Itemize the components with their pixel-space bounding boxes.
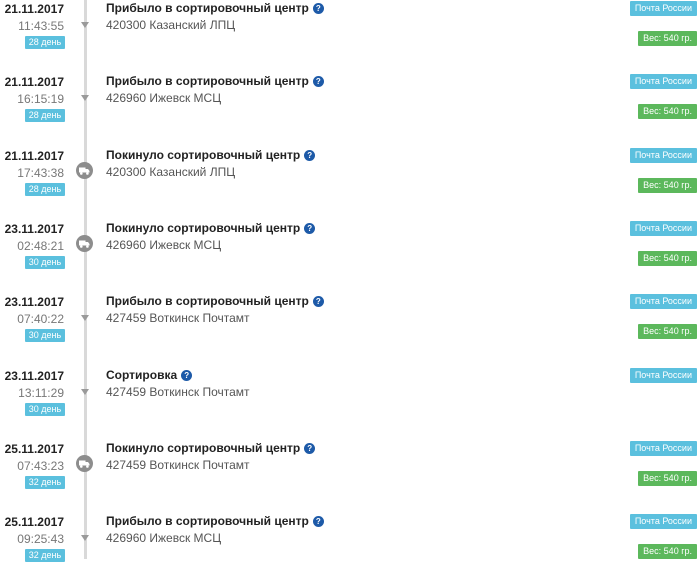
question-circle-icon[interactable]: ? <box>181 370 193 381</box>
event-location: 427459 Воткинск Почтамт <box>106 311 250 325</box>
event-title-text: Прибыло в сортировочный центр <box>106 74 309 88</box>
tracking-event: 25.11.2017 07:43:23 32 день Покинуло сор… <box>0 441 700 515</box>
event-location: 420300 Казанский ЛПЦ <box>106 18 236 32</box>
event-location: 426960 Ижевск МСЦ <box>106 91 222 105</box>
weight-badge: Вес: 540 гр. <box>638 178 697 193</box>
event-time: 16:15:19 <box>17 92 64 106</box>
event-date: 23.11.2017 <box>4 369 64 383</box>
days-in-transit-badge: 30 день <box>25 256 65 269</box>
days-in-transit-badge: 28 день <box>25 36 65 49</box>
weight-badge: Вес: 540 гр. <box>638 471 697 486</box>
question-circle-icon[interactable]: ? <box>312 76 324 87</box>
tracking-event: 23.11.2017 13:11:29 30 день Сортировка? … <box>0 368 700 442</box>
event-date: 21.11.2017 <box>4 2 64 16</box>
event-location: 427459 Воткинск Почтамт <box>106 458 250 472</box>
question-circle-icon[interactable]: ? <box>304 223 316 234</box>
weight-badge: Вес: 540 гр. <box>638 544 697 559</box>
event-title-text: Сортировка <box>106 368 178 382</box>
chevron-down-icon <box>80 313 90 323</box>
event-title-text: Покинуло сортировочный центр <box>106 221 301 235</box>
event-time: 07:43:23 <box>17 459 64 473</box>
carrier-badge: Почта России <box>629 74 697 89</box>
truck-icon <box>76 455 93 472</box>
event-title-text: Покинуло сортировочный центр <box>106 148 301 162</box>
tracking-event: 21.11.2017 11:43:55 28 день Прибыло в со… <box>0 1 700 75</box>
carrier-badge: Почта России <box>629 514 697 529</box>
tracking-event: 21.11.2017 16:15:19 28 день Прибыло в со… <box>0 74 700 148</box>
event-title-text: Прибыло в сортировочный центр <box>106 514 309 528</box>
tracking-event: 23.11.2017 07:40:22 30 день Прибыло в со… <box>0 294 700 368</box>
weight-badge: Вес: 540 гр. <box>638 104 697 119</box>
question-circle-icon[interactable]: ? <box>312 516 324 527</box>
event-title: Покинуло сортировочный центр? <box>106 441 316 455</box>
question-circle-icon[interactable]: ? <box>312 3 324 14</box>
question-circle-icon[interactable]: ? <box>304 443 316 454</box>
weight-badge: Вес: 540 гр. <box>638 324 697 339</box>
event-date: 21.11.2017 <box>4 149 64 163</box>
carrier-badge: Почта России <box>629 441 697 456</box>
weight-badge: Вес: 540 гр. <box>638 31 697 46</box>
chevron-down-icon <box>80 387 90 397</box>
weight-badge: Вес: 540 гр. <box>638 251 697 266</box>
event-date: 23.11.2017 <box>4 295 64 309</box>
event-time: 13:11:29 <box>18 386 64 400</box>
event-date: 21.11.2017 <box>4 75 64 89</box>
event-time: 09:25:43 <box>17 532 64 546</box>
truck-icon <box>76 235 93 252</box>
event-title-text: Прибыло в сортировочный центр <box>106 1 309 15</box>
event-location: 420300 Казанский ЛПЦ <box>106 165 236 179</box>
days-in-transit-badge: 30 день <box>25 403 65 416</box>
question-circle-icon[interactable]: ? <box>304 150 316 161</box>
tracking-event: 21.11.2017 17:43:38 28 день Покинуло сор… <box>0 148 700 222</box>
carrier-badge: Почта России <box>629 1 697 16</box>
days-in-transit-badge: 30 день <box>25 329 65 342</box>
event-date: 25.11.2017 <box>4 442 64 456</box>
tracking-event: 25.11.2017 09:25:43 32 день Прибыло в со… <box>0 514 700 588</box>
carrier-badge: Почта России <box>629 221 697 236</box>
event-date: 25.11.2017 <box>4 515 64 529</box>
event-title: Прибыло в сортировочный центр? <box>106 294 324 308</box>
event-title: Покинуло сортировочный центр? <box>106 221 316 235</box>
event-time: 02:48:21 <box>17 239 64 253</box>
event-time: 17:43:38 <box>17 166 64 180</box>
chevron-down-icon <box>80 93 90 103</box>
days-in-transit-badge: 28 день <box>25 183 65 196</box>
event-title: Прибыло в сортировочный центр? <box>106 74 324 88</box>
event-title: Прибыло в сортировочный центр? <box>106 514 324 528</box>
event-title: Сортировка? <box>106 368 193 382</box>
carrier-badge: Почта России <box>629 148 697 163</box>
event-title-text: Покинуло сортировочный центр <box>106 441 301 455</box>
event-time: 07:40:22 <box>17 312 64 326</box>
event-location: 427459 Воткинск Почтамт <box>106 385 250 399</box>
event-title-text: Прибыло в сортировочный центр <box>106 294 309 308</box>
carrier-badge: Почта России <box>629 368 697 383</box>
days-in-transit-badge: 28 день <box>25 109 65 122</box>
event-location: 426960 Ижевск МСЦ <box>106 531 222 545</box>
carrier-badge: Почта России <box>629 294 697 309</box>
tracking-event: 23.11.2017 02:48:21 30 день Покинуло сор… <box>0 221 700 295</box>
question-circle-icon[interactable]: ? <box>312 296 324 307</box>
event-title: Прибыло в сортировочный центр? <box>106 1 324 15</box>
event-time: 11:43:55 <box>18 19 64 33</box>
days-in-transit-badge: 32 день <box>25 549 65 562</box>
event-title: Покинуло сортировочный центр? <box>106 148 316 162</box>
chevron-down-icon <box>80 533 90 543</box>
chevron-down-icon <box>80 20 90 30</box>
event-date: 23.11.2017 <box>4 222 64 236</box>
truck-icon <box>76 162 93 179</box>
days-in-transit-badge: 32 день <box>25 476 65 489</box>
event-location: 426960 Ижевск МСЦ <box>106 238 222 252</box>
